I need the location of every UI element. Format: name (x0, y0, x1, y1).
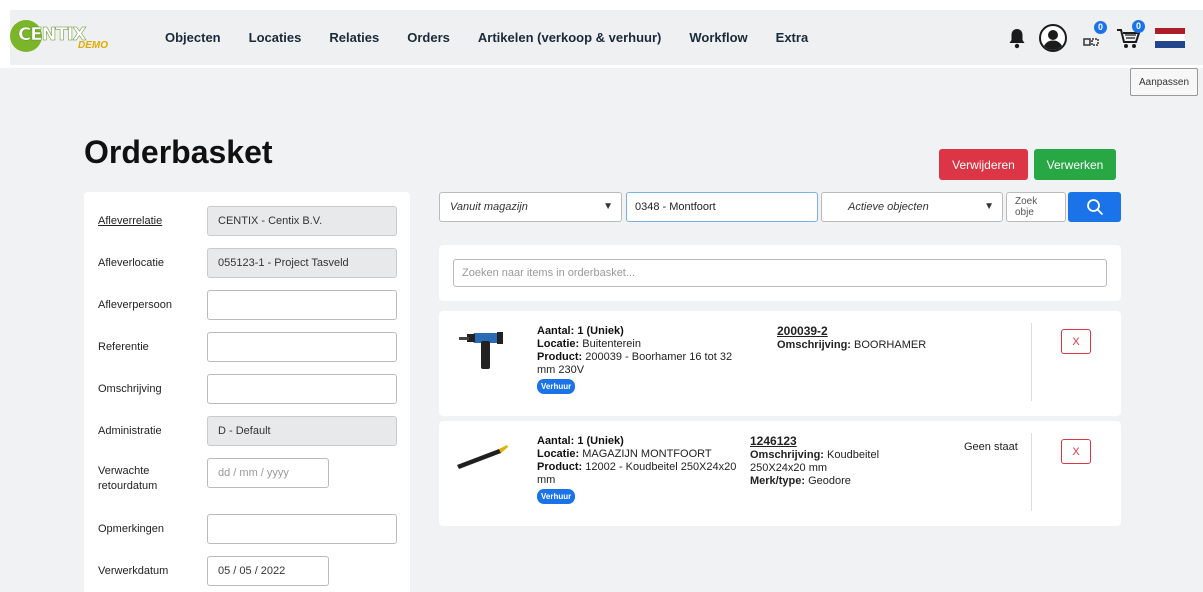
nav-item-orders[interactable]: Orders (407, 30, 450, 45)
brand-logo[interactable]: CENTIX DEMO (10, 18, 140, 58)
divider (1031, 323, 1032, 401)
item-location-label: Locatie: (537, 448, 580, 460)
delivery-person-input[interactable] (207, 290, 397, 320)
item-location: Buitenterein (582, 338, 641, 350)
customize-button[interactable]: Aanpassen (1130, 68, 1198, 96)
item-quantity: Aantal: 1 (Uniek) (537, 435, 624, 447)
search-icon (1086, 199, 1103, 216)
warehouse-select-label: Vanuit magazijn (450, 201, 528, 213)
return-date-label: Verwachte retourdatum (98, 465, 158, 492)
item-brand-label: Merk/type: (750, 475, 806, 487)
item-condition: Geen staat (964, 441, 1018, 453)
scan-badge: 0 (1094, 20, 1107, 34)
basket-search-input[interactable]: Zoeken naar items in orderbasket... (453, 259, 1107, 287)
delivery-relation-label[interactable]: Afleverrelatie (98, 214, 198, 229)
item-description-label: Omschrijving: (777, 339, 851, 351)
main-nav: Objecten Locaties Relaties Orders Artike… (165, 10, 836, 65)
reference-label: Referentie (98, 341, 149, 353)
nav-item-relaties[interactable]: Relaties (329, 30, 379, 45)
product-image (453, 325, 513, 370)
remove-item-button[interactable]: X (1061, 329, 1091, 354)
logo-demo-label: DEMO (78, 40, 108, 51)
item-description: BOORHAMER (854, 339, 927, 351)
warehouse-input[interactable]: 0348 - Montfoort (626, 192, 818, 222)
page-title: Orderbasket (84, 134, 273, 170)
objects-select-label: Actieve objecten (848, 201, 929, 213)
rental-badge: Verhuur (537, 379, 576, 394)
administration-field: D - Default (207, 416, 397, 446)
cart-icon[interactable]: 0 (1115, 19, 1145, 50)
bell-icon[interactable] (1007, 27, 1027, 49)
item-object-info: 200039-2 Omschrijving: BOORHAMER (777, 325, 977, 352)
logo-wordmark: CENTIX (18, 24, 87, 46)
remarks-label: Opmerkingen (98, 523, 165, 535)
nav-item-workflow[interactable]: Workflow (689, 30, 747, 45)
reference-input[interactable] (207, 332, 397, 362)
delivery-person-label: Afleverpersoon (98, 299, 172, 311)
flag-nl-icon[interactable] (1155, 27, 1185, 48)
nav-item-extra[interactable]: Extra (776, 30, 809, 45)
object-code-link[interactable]: 200039-2 (777, 325, 977, 338)
basket-item: Aantal: 1 (Uniek) Locatie: Buitenterein … (439, 311, 1121, 416)
administration-label: Administratie (98, 425, 162, 437)
item-quantity: Aantal: 1 (Uniek) (537, 325, 624, 337)
description-input[interactable] (207, 374, 397, 404)
object-search-input[interactable]: Zoek obje (1006, 192, 1066, 222)
scan-icon[interactable]: 0 (1079, 20, 1107, 49)
item-location-label: Locatie: (537, 338, 580, 350)
item-object-info: 1246123 Omschrijving: Koudbeitel 250X24x… (750, 435, 910, 488)
remove-button[interactable]: Verwijderen (939, 149, 1028, 180)
warehouse-select[interactable]: Vanuit magazijn ▼ (439, 192, 622, 222)
process-button[interactable]: Verwerken (1034, 149, 1116, 180)
process-date-label: Verwerkdatum (98, 565, 169, 577)
delivery-relation-field: CENTIX - Centix B.V. (207, 206, 397, 236)
nav-item-objecten[interactable]: Objecten (165, 30, 221, 45)
cart-badge: 0 (1132, 19, 1145, 33)
nav-item-locaties[interactable]: Locaties (249, 30, 302, 45)
chevron-down-icon: ▼ (984, 201, 994, 212)
remove-item-button[interactable]: X (1061, 439, 1091, 464)
nav-item-artikelen[interactable]: Artikelen (verkoop & verhuur) (478, 30, 662, 45)
product-image (453, 435, 513, 480)
object-code-link[interactable]: 1246123 (750, 435, 910, 448)
item-description-label: Omschrijving: (750, 449, 824, 461)
item-details: Aantal: 1 (Uniek) Locatie: MAGAZIJN MONT… (537, 435, 747, 504)
nav-icon-bar: 0 0 (995, 10, 1185, 65)
item-brand: Geodore (808, 475, 851, 487)
top-navbar: CENTIX DEMO Objecten Locaties Relaties O… (10, 10, 1203, 65)
item-product-label: Product: (537, 461, 583, 473)
process-date-input[interactable]: 05 / 05 / 2022 (207, 556, 329, 586)
divider (1031, 433, 1032, 511)
return-date-input[interactable]: dd / mm / yyyy (207, 458, 329, 488)
item-product-label: Product: (537, 351, 583, 363)
remarks-input[interactable] (207, 514, 397, 544)
objects-select[interactable]: Actieve objecten ▼ (821, 192, 1003, 222)
basket-item: Aantal: 1 (Uniek) Locatie: MAGAZIJN MONT… (439, 421, 1121, 526)
rental-badge: Verhuur (537, 489, 576, 504)
search-button[interactable] (1068, 192, 1121, 222)
basket-search-card: Zoeken naar items in orderbasket... (439, 245, 1121, 301)
delivery-location-field: 055123-1 - Project Tasveld (207, 248, 397, 278)
item-details: Aantal: 1 (Uniek) Locatie: Buitenterein … (537, 325, 747, 394)
description-label: Omschrijving (98, 383, 162, 395)
delivery-location-label: Afleverlocatie (98, 257, 165, 269)
order-form-card: Afleverrelatie CENTIX - Centix B.V. Afle… (84, 192, 410, 592)
chevron-down-icon: ▼ (603, 201, 613, 212)
user-icon[interactable] (1039, 23, 1067, 52)
item-location: MAGAZIJN MONTFOORT (582, 448, 712, 460)
